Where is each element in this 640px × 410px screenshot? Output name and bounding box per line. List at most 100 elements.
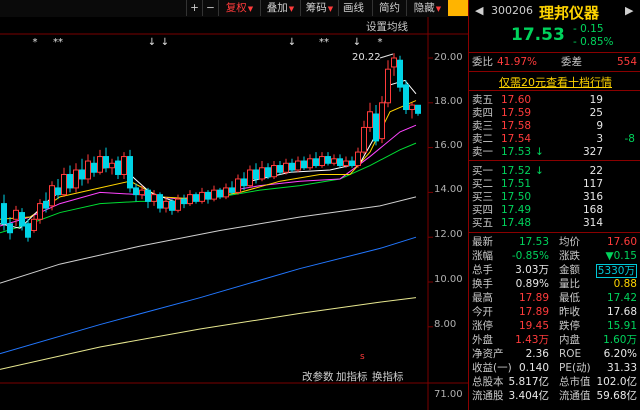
bid-label: 买一 bbox=[472, 165, 493, 177]
stat-label: 总手 bbox=[472, 264, 493, 276]
candle-body bbox=[271, 165, 277, 178]
bid-label: 买五 bbox=[472, 217, 493, 229]
star-marker: ** bbox=[319, 37, 329, 48]
chip-label: 筹码 bbox=[305, 2, 327, 14]
quote-icon[interactable]: ◀ bbox=[475, 4, 483, 17]
ask-row[interactable]: 卖二 17.54 3 -8 bbox=[469, 133, 640, 145]
stat-row: 最新 17.53 均价 17.60 bbox=[469, 236, 640, 248]
candle-body bbox=[7, 223, 13, 234]
candle-body bbox=[259, 167, 265, 180]
candle-body bbox=[265, 167, 271, 178]
stat-row: 今开 17.89 昨收 17.68 bbox=[469, 306, 640, 318]
edit-params-button[interactable]: 改参数 bbox=[302, 369, 334, 384]
draw-line-button[interactable]: 画线 bbox=[338, 0, 368, 16]
bid-volume: 117 bbox=[582, 178, 603, 190]
candle-body bbox=[289, 162, 295, 171]
bid-volume: 22 bbox=[589, 165, 603, 177]
stat-value: ▼0.15 bbox=[605, 250, 637, 262]
stat-row: 外盘 1.43万 内盘 1.60万 bbox=[469, 334, 640, 346]
stat-row: 流通股 3.404亿 流通值 59.68亿 bbox=[469, 390, 640, 402]
hide-button[interactable]: 隐藏▼ bbox=[406, 0, 448, 16]
candle-body bbox=[337, 158, 343, 167]
ask-volume: 25 bbox=[589, 107, 603, 119]
ask-price: 17.59 bbox=[501, 107, 532, 119]
price-tick: 18.00 bbox=[434, 96, 463, 107]
arrow-down-marker: ↓ bbox=[288, 37, 296, 48]
candle-body bbox=[73, 169, 79, 189]
stat-row: 净资产 2.36 ROE 6.20% bbox=[469, 348, 640, 360]
hide-label: 隐藏 bbox=[413, 2, 435, 14]
bid-label: 买四 bbox=[472, 204, 493, 216]
stat-value: 17.89 bbox=[518, 306, 549, 318]
stat-label: 涨停 bbox=[472, 320, 493, 332]
chip-button[interactable]: 筹码▼ bbox=[300, 0, 338, 16]
candle-body bbox=[319, 156, 325, 167]
candle-body bbox=[187, 194, 193, 205]
next-stock-icon[interactable]: ▶ bbox=[625, 4, 633, 17]
candle-body bbox=[49, 185, 55, 207]
chevron-down-icon: ▼ bbox=[247, 5, 254, 13]
weibi-value: 41.97% bbox=[497, 56, 538, 68]
bid-row[interactable]: 买四 17.49 168 bbox=[469, 204, 640, 216]
candle-body bbox=[115, 160, 121, 175]
ask-row[interactable]: 卖三 17.58 9 bbox=[469, 120, 640, 132]
stat-value: 1.43万 bbox=[515, 334, 549, 346]
candle-body bbox=[25, 223, 31, 238]
ask-volume: 9 bbox=[596, 120, 603, 132]
candle-body bbox=[205, 191, 211, 200]
ma-setting-link[interactable]: 设置均线 bbox=[366, 19, 408, 34]
ask-row[interactable]: 卖五 17.60 19 bbox=[469, 94, 640, 106]
simple-button[interactable]: 简约 bbox=[372, 0, 406, 16]
down-arrow-icon: ↓ bbox=[535, 165, 544, 177]
adjust-button[interactable]: 复权▼ bbox=[218, 0, 260, 16]
stat-value: 17.53 bbox=[518, 236, 549, 248]
stat-row: 最高 17.89 最低 17.42 bbox=[469, 292, 640, 304]
stat-label: 收益(一) bbox=[472, 362, 512, 374]
event-marker: s bbox=[360, 352, 365, 362]
stat-value: 59.68亿 bbox=[596, 390, 637, 402]
arrow-down-marker: ↓ bbox=[148, 37, 156, 48]
bid-label: 买三 bbox=[472, 191, 493, 203]
candle-body bbox=[133, 187, 139, 196]
overlay-label: 叠加 bbox=[266, 2, 288, 14]
candle-body bbox=[163, 200, 169, 209]
candle-body bbox=[325, 156, 331, 164]
bid-row[interactable]: 买一 17.52 22 ↓ bbox=[469, 165, 640, 177]
stat-label: 跌停 bbox=[559, 320, 580, 332]
kline-chart[interactable]: * ** ↓ ↓ ↓ ** ↓ * bbox=[0, 17, 468, 410]
chart-toolbar: + − 复权▼ 叠加▼ 筹码▼ 画线 简约 隐藏▼ bbox=[0, 0, 468, 17]
candle-body bbox=[415, 104, 421, 114]
stat-value: 102.0亿 bbox=[596, 376, 637, 388]
level2-banner-link[interactable]: 仅需20元查看十档行情 bbox=[499, 74, 612, 90]
switch-indicator-button[interactable]: 换指标 bbox=[372, 369, 404, 384]
price-tick: 14.00 bbox=[434, 184, 463, 195]
candle-body bbox=[313, 158, 319, 167]
bid-row[interactable]: 买二 17.51 117 bbox=[469, 178, 640, 190]
candle-body bbox=[157, 194, 163, 209]
bid-row[interactable]: 买五 17.48 314 bbox=[469, 217, 640, 229]
candle-body bbox=[367, 111, 373, 128]
zoom-out-button[interactable]: − bbox=[202, 0, 218, 16]
bid-row[interactable]: 买三 17.50 316 bbox=[469, 191, 640, 203]
stat-row: 涨幅 -0.85% 涨跌 ▼0.15 bbox=[469, 250, 640, 262]
candle-body bbox=[397, 59, 403, 88]
zoom-in-button[interactable]: + bbox=[186, 0, 202, 16]
stat-value: 17.68 bbox=[606, 306, 637, 318]
ask-row[interactable]: 卖一 17.53 327 ↓ bbox=[469, 146, 640, 158]
candle-body bbox=[127, 156, 133, 189]
price-tick: 8.00 bbox=[434, 319, 457, 330]
candle-body bbox=[241, 178, 247, 187]
last-price: 17.53 bbox=[511, 25, 565, 45]
overlay-button[interactable]: 叠加▼ bbox=[260, 0, 300, 16]
stat-label: 量比 bbox=[559, 278, 580, 290]
ask-row[interactable]: 卖四 17.59 25 bbox=[469, 107, 640, 119]
ask-change: -8 bbox=[624, 133, 635, 145]
ask-label: 卖二 bbox=[472, 133, 493, 145]
peak-pointer bbox=[379, 53, 394, 59]
candle-body bbox=[79, 169, 85, 180]
candle-body bbox=[349, 160, 355, 167]
bid-price: 17.49 bbox=[501, 204, 532, 216]
add-indicator-button[interactable]: 加指标 bbox=[336, 369, 368, 384]
panel-toggle-icon[interactable] bbox=[448, 0, 468, 16]
stat-value: -0.85% bbox=[511, 250, 549, 262]
